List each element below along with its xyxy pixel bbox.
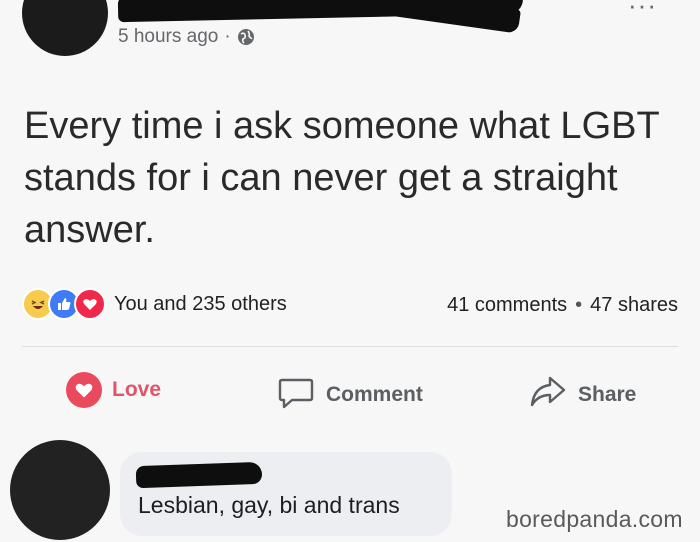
commenter-name-redacted	[135, 461, 263, 489]
reaction-summary[interactable]: You and 235 others	[114, 293, 287, 316]
comments-count[interactable]: 41 comments	[447, 294, 567, 317]
watermark: boredpanda.com	[506, 506, 683, 532]
love-reaction-icon	[66, 372, 102, 408]
comment-button-label: Comment	[326, 383, 423, 406]
globe-icon	[237, 28, 255, 46]
love-icon	[74, 288, 106, 320]
timestamp-separator: ·	[224, 26, 231, 47]
stats-separator: •	[575, 294, 583, 316]
divider	[22, 346, 678, 347]
shares-count[interactable]: 47 shares	[590, 294, 678, 317]
love-button[interactable]: Love	[66, 372, 161, 408]
comment-button[interactable]: Comment	[276, 372, 423, 418]
share-button[interactable]: Share	[528, 372, 636, 418]
more-options-icon[interactable]: ···	[628, 0, 657, 21]
share-button-label: Share	[578, 383, 637, 406]
post-text: Every time i ask someone what LGBT stand…	[24, 105, 659, 251]
post-stats: 41 comments • 47 shares	[447, 294, 678, 317]
love-button-label: Love	[112, 378, 162, 401]
commenter-avatar[interactable]	[10, 440, 110, 540]
share-icon	[528, 372, 568, 418]
post-timestamp[interactable]: 5 hours ago	[118, 26, 218, 48]
reactions-row[interactable]: You and 235 others	[22, 288, 287, 320]
post-timestamp-row: 5 hours ago ·	[118, 26, 255, 48]
author-avatar[interactable]	[22, 0, 108, 56]
comment-icon	[276, 372, 316, 418]
comment-text: Lesbian, gay, bi and trans	[138, 492, 400, 518]
